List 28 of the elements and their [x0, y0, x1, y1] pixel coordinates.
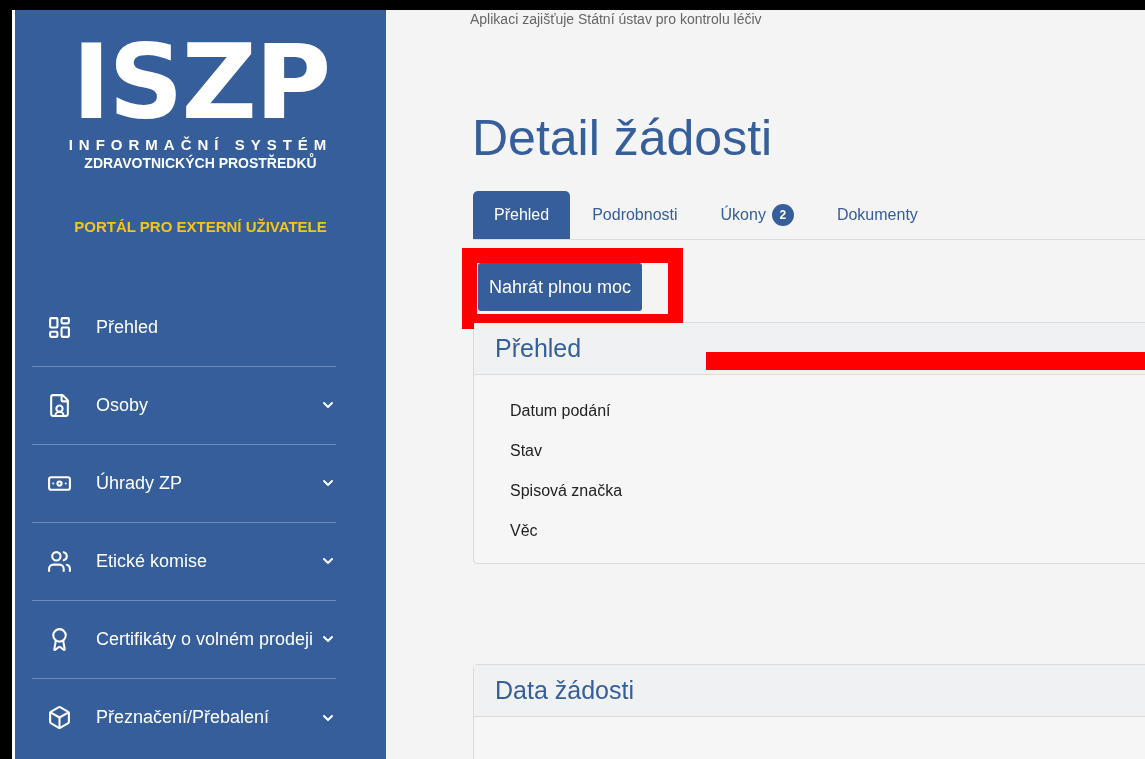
count-badge: 2	[771, 204, 794, 226]
sidebar-item[interactable]: Přehled	[47, 313, 336, 341]
box-icon	[47, 705, 72, 730]
card-title: Data žádosti	[495, 674, 634, 706]
sidebar-item[interactable]: Přeznačení/Přebalení	[47, 704, 320, 731]
sidebar-item[interactable]: Úhrady ZP	[47, 469, 320, 497]
tab[interactable]: Úkony 2	[699, 191, 815, 239]
header-note: Aplikaci zajišťuje Státní ústav pro kontrolu léčiv	[470, 12, 763, 26]
logo: ISZP	[71, 36, 330, 128]
tab[interactable]: Přehled	[473, 191, 571, 239]
card-title: Přehled	[495, 332, 582, 364]
page-title: Detail žádosti	[472, 109, 774, 168]
sidebar-item[interactable]: Osoby	[47, 391, 320, 419]
dashboard-icon	[47, 314, 72, 340]
tab[interactable]: Podrobnosti	[571, 191, 699, 239]
portal-label: PORTÁL PRO EXTERNÍ UŽIVATELE	[74, 217, 327, 237]
sidebar-item[interactable]: Etické komise	[47, 547, 320, 575]
field-label: Spisová značka	[510, 481, 624, 501]
tab[interactable]: Dokumenty	[815, 191, 939, 239]
field-label: Věc	[510, 521, 539, 541]
person-card-icon	[47, 392, 72, 418]
upload-button[interactable]: Nahrát plnou moc	[478, 263, 643, 311]
field-label: Datum podání	[510, 401, 612, 421]
sidebar-item[interactable]: Certifikáty o volném prodeji	[47, 625, 320, 653]
users-icon	[47, 548, 72, 574]
logo-subtitle: ZDRAVOTNICKÝCH PROSTŘEDKŮ	[84, 154, 317, 172]
logo-subtitle: INFORMAČNÍ SYSTÉM	[68, 136, 333, 153]
field-label: Stav	[510, 441, 543, 461]
